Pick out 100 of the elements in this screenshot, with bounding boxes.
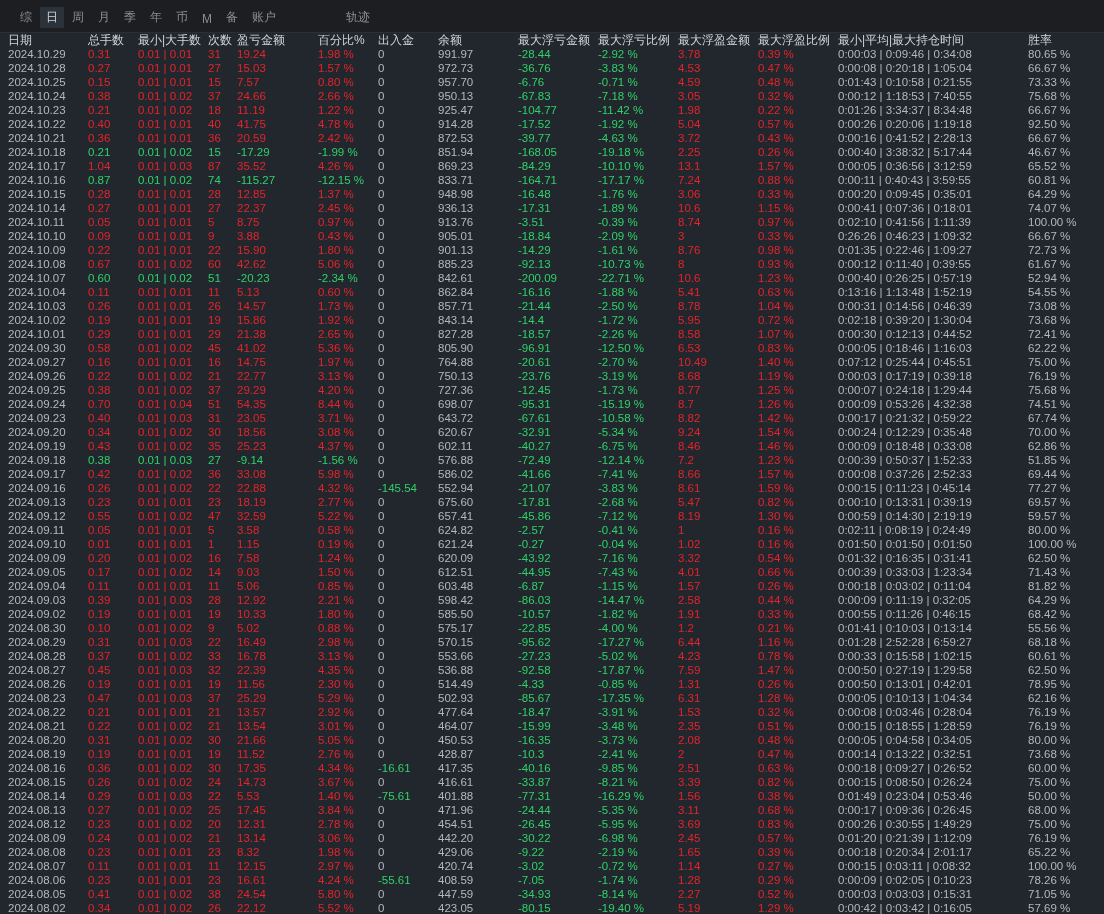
table-cell: 0.01 | 0.02 [138, 145, 193, 159]
table-cell: 13.54 [237, 719, 266, 733]
table-cell: 0 [378, 467, 385, 481]
table-cell: 0.01 | 0.01 [138, 285, 193, 299]
table-cell: 1.28 % [758, 691, 794, 705]
table-cell: 28 [208, 187, 221, 201]
table-cell: 429.06 [438, 845, 474, 859]
table-cell: 851.94 [438, 145, 474, 159]
tab[interactable]: 轨迹 [340, 7, 376, 28]
table-cell: 2024.10.22 [8, 117, 66, 131]
table-cell: 0:01:26 | 3:34:37 | 8:34:48 [838, 103, 972, 117]
table-cell: 3.84 % [318, 803, 354, 817]
table-cell: 0.01 | 0.03 [138, 789, 193, 803]
table-cell: 0.51 % [758, 719, 794, 733]
table-cell: 18 [208, 103, 221, 117]
table-cell: 0 [378, 579, 385, 593]
table-cell: 1.42 % [758, 411, 794, 425]
table-cell: 0.01 | 0.02 [138, 467, 193, 481]
tab[interactable]: 币 [170, 7, 194, 28]
tab[interactable]: 账户 [246, 7, 282, 28]
table-cell: -39.77 [518, 131, 551, 145]
table-cell: 73.68 % [1028, 313, 1071, 327]
tab[interactable]: 季 [118, 7, 142, 28]
table-cell: 0.01 | 0.01 [138, 523, 193, 537]
tab[interactable]: 年 [144, 7, 168, 28]
table-cell: 11.52 [237, 747, 265, 761]
table-cell: 464.07 [438, 719, 474, 733]
column-header: 总手数 [88, 33, 124, 47]
table-cell: 0.33 % [758, 187, 794, 201]
table-cell: 21.38 [237, 327, 266, 341]
table-cell: 64.29 % [1028, 593, 1071, 607]
table-cell: 76.19 % [1028, 705, 1071, 719]
table-cell: 857.71 [438, 299, 474, 313]
table-cell: 0:00:09 | 0:18:48 | 0:33:08 [838, 439, 972, 453]
table-cell: 0.85 % [318, 579, 354, 593]
tab[interactable]: 月 [92, 7, 116, 28]
table-cell: 12.15 [237, 859, 266, 873]
tab[interactable]: 综 [14, 7, 38, 28]
tab[interactable]: 备 [220, 7, 244, 28]
table-cell: 2024.08.14 [8, 789, 66, 803]
column-header: 最小|大手数 [138, 33, 202, 47]
table-cell: 0.67 [88, 257, 111, 271]
table-cell: -27.23 [518, 649, 551, 663]
table-cell: 3.05 [678, 89, 701, 103]
table-cell: 80.00 % [1028, 523, 1071, 537]
table-cell: 925.47 [438, 103, 474, 117]
table-cell: -92.13 [518, 257, 551, 271]
table-cell: 0.16 % [758, 523, 794, 537]
table-cell: 1.57 % [758, 159, 794, 173]
table-cell: 0.45 [88, 663, 111, 677]
table-cell: 22.39 [237, 663, 266, 677]
table-cell: 3.13 % [318, 369, 354, 383]
table-cell: 0.22 % [758, 103, 794, 117]
table-cell: 0:00:09 | 0:53:26 | 4:32:38 [838, 397, 972, 411]
table-cell: 698.07 [438, 397, 474, 411]
table-cell: 50.00 % [1028, 789, 1071, 803]
table-cell: -6.98 % [598, 831, 638, 845]
table-cell: 0.98 % [758, 243, 794, 257]
table-cell: 0.78 % [758, 649, 794, 663]
table-cell: 22.12 [237, 901, 266, 914]
table-cell: 1.04 [88, 159, 111, 173]
table-cell: 19 [208, 313, 221, 327]
table-cell: -3.51 [518, 215, 545, 229]
table-cell: 1.73 % [318, 299, 354, 313]
table-cell: 28 [208, 593, 221, 607]
table-cell: 62.50 % [1028, 551, 1071, 565]
table-cell: 6.31 [678, 691, 701, 705]
table-cell: 76.19 % [1028, 369, 1071, 383]
table-cell: 0.80 % [318, 75, 354, 89]
table-cell: -77.31 [518, 789, 551, 803]
table-cell: 620.67 [438, 425, 474, 439]
table-cell: 72.73 % [1028, 243, 1071, 257]
tab[interactable]: M [196, 10, 218, 28]
table-cell: 0 [378, 509, 385, 523]
table-cell: -16.16 [518, 285, 551, 299]
table-cell: -1.82 % [598, 607, 638, 621]
table-cell: 0 [378, 89, 385, 103]
table-cell: -1.88 % [598, 285, 638, 299]
table-cell: 2024.08.22 [8, 705, 66, 719]
table-cell: 0.38 [88, 383, 111, 397]
table-cell: -6.75 % [598, 439, 638, 453]
table-cell: 0:00:07 | 0:24:18 | 1:29:44 [838, 383, 972, 397]
table-cell: -6.76 [518, 75, 545, 89]
table-cell: 15.90 [237, 243, 266, 257]
table-cell: 1.57 % [758, 467, 794, 481]
table-cell: 502.93 [438, 691, 474, 705]
table-cell: 0:00:41 | 0:07:36 | 0:18:01 [838, 201, 972, 215]
tab[interactable]: 周 [66, 7, 90, 28]
table-cell: 31 [208, 411, 221, 425]
table-cell: 29.29 [237, 383, 266, 397]
table-cell: 0 [378, 75, 385, 89]
table-cell: 1.29 % [758, 901, 794, 914]
table-cell: 0.01 | 0.02 [138, 509, 193, 523]
table-cell: 0.01 | 0.01 [138, 201, 193, 215]
table-cell: 0.01 | 0.03 [138, 635, 193, 649]
table-cell: -1.99 % [318, 145, 358, 159]
tab[interactable]: 日 [40, 7, 64, 28]
table-cell: 408.59 [438, 873, 474, 887]
table-cell: 16 [208, 551, 221, 565]
table-cell: -3.48 % [598, 719, 638, 733]
